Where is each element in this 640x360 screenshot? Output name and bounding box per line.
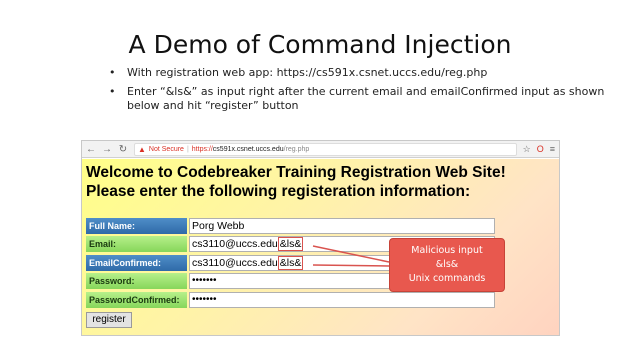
warning-icon: ▲ — [138, 144, 146, 154]
email-confirmed-value: cs3110@uccs.edu — [192, 257, 278, 269]
bullet-list: With registration web app: https://cs591… — [107, 66, 627, 118]
email-confirmed-label: EmailConfirmed: — [86, 255, 187, 271]
email-injection-highlight: &ls& — [277, 237, 304, 251]
callout-line-1: Malicious input — [411, 245, 483, 256]
url-text: https://cs591x.csnet.uccs.edu/reg.php — [191, 145, 310, 153]
slide-title: A Demo of Command Injection — [128, 30, 512, 59]
star-icon[interactable]: ☆ — [523, 142, 531, 157]
full-name-input[interactable]: Porg Webb — [189, 218, 495, 234]
malicious-input-callout: Malicious input &ls& Unix commands — [389, 238, 505, 292]
reload-icon[interactable]: ↻ — [118, 142, 128, 157]
password-confirmed-label: PasswordConfirmed: — [86, 292, 187, 308]
browser-toolbar: ← → ↻ ▲ Not Secure | https://cs591x.csne… — [82, 141, 559, 158]
address-separator: | — [186, 145, 189, 153]
callout-line-3: Unix commands — [408, 273, 486, 284]
not-secure-label: Not Secure — [148, 145, 184, 153]
back-icon[interactable]: ← — [86, 142, 96, 157]
forward-icon[interactable]: → — [102, 142, 112, 157]
password-label: Password: — [86, 273, 187, 289]
register-button[interactable]: register — [86, 312, 132, 328]
heading-line-2: Please enter the following registeration… — [86, 183, 471, 200]
bullet-item: Enter “&ls&” as input right after the cu… — [107, 85, 627, 113]
menu-icon[interactable]: ≡ — [550, 142, 555, 157]
opera-icon[interactable]: O — [537, 142, 544, 157]
password-confirmed-input[interactable]: ••••••• — [189, 292, 495, 308]
callout-line-2: &ls& — [435, 259, 459, 270]
page-heading: Welcome to Codebreaker Training Registra… — [86, 163, 506, 201]
heading-line-1: Welcome to Codebreaker Training Registra… — [86, 164, 506, 181]
full-name-label: Full Name: — [86, 218, 187, 234]
email-confirmed-injection-highlight: &ls& — [277, 256, 304, 270]
email-label: Email: — [86, 236, 187, 252]
email-value: cs3110@uccs.edu — [192, 238, 278, 250]
bullet-item: With registration web app: https://cs591… — [107, 66, 627, 80]
address-bar[interactable]: ▲ Not Secure | https://cs591x.csnet.uccs… — [134, 142, 517, 156]
